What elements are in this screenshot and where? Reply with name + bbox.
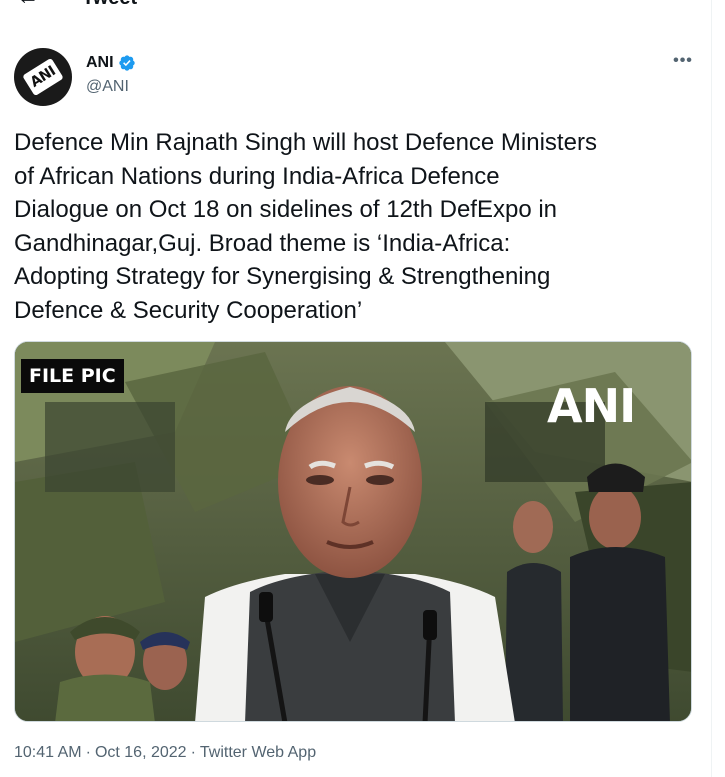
tweet-header: ANI ANI @ANI ••• <box>14 48 704 108</box>
name-row: ANI <box>86 54 136 72</box>
tweet-date[interactable]: Oct 16, 2022 <box>95 744 187 762</box>
author-handle[interactable]: @ANI <box>86 78 129 96</box>
column-divider <box>711 0 712 777</box>
page-title: Tweet <box>82 0 137 10</box>
ani-watermark: ANI <box>547 379 636 433</box>
avatar-logo-text: ANI <box>27 63 59 91</box>
tweet-time[interactable]: 10:41 AM <box>14 744 82 762</box>
meta-separator: · <box>190 744 196 761</box>
tweet-source: Twitter Web App <box>199 744 317 761</box>
file-pic-label: FILE PIC <box>21 359 124 393</box>
avatar[interactable]: ANI <box>14 48 72 106</box>
top-bar: ← Tweet <box>0 0 725 14</box>
tweet-text: Defence Min Rajnath Singh will host Defe… <box>14 129 597 324</box>
more-horizontal-icon[interactable]: ••• <box>671 52 695 72</box>
arrow-left-icon[interactable]: ← <box>17 0 39 8</box>
tweet-meta: 10:41 AM · Oct 16, 2022 · Twitter Web Ap… <box>14 744 316 762</box>
author-display-name[interactable]: ANI <box>86 54 114 72</box>
meta-separator: · <box>85 744 91 761</box>
tweet-media[interactable]: FILE PIC ANI <box>14 341 692 722</box>
verified-badge-icon <box>118 55 135 71</box>
avatar-logo: ANI <box>22 57 64 97</box>
